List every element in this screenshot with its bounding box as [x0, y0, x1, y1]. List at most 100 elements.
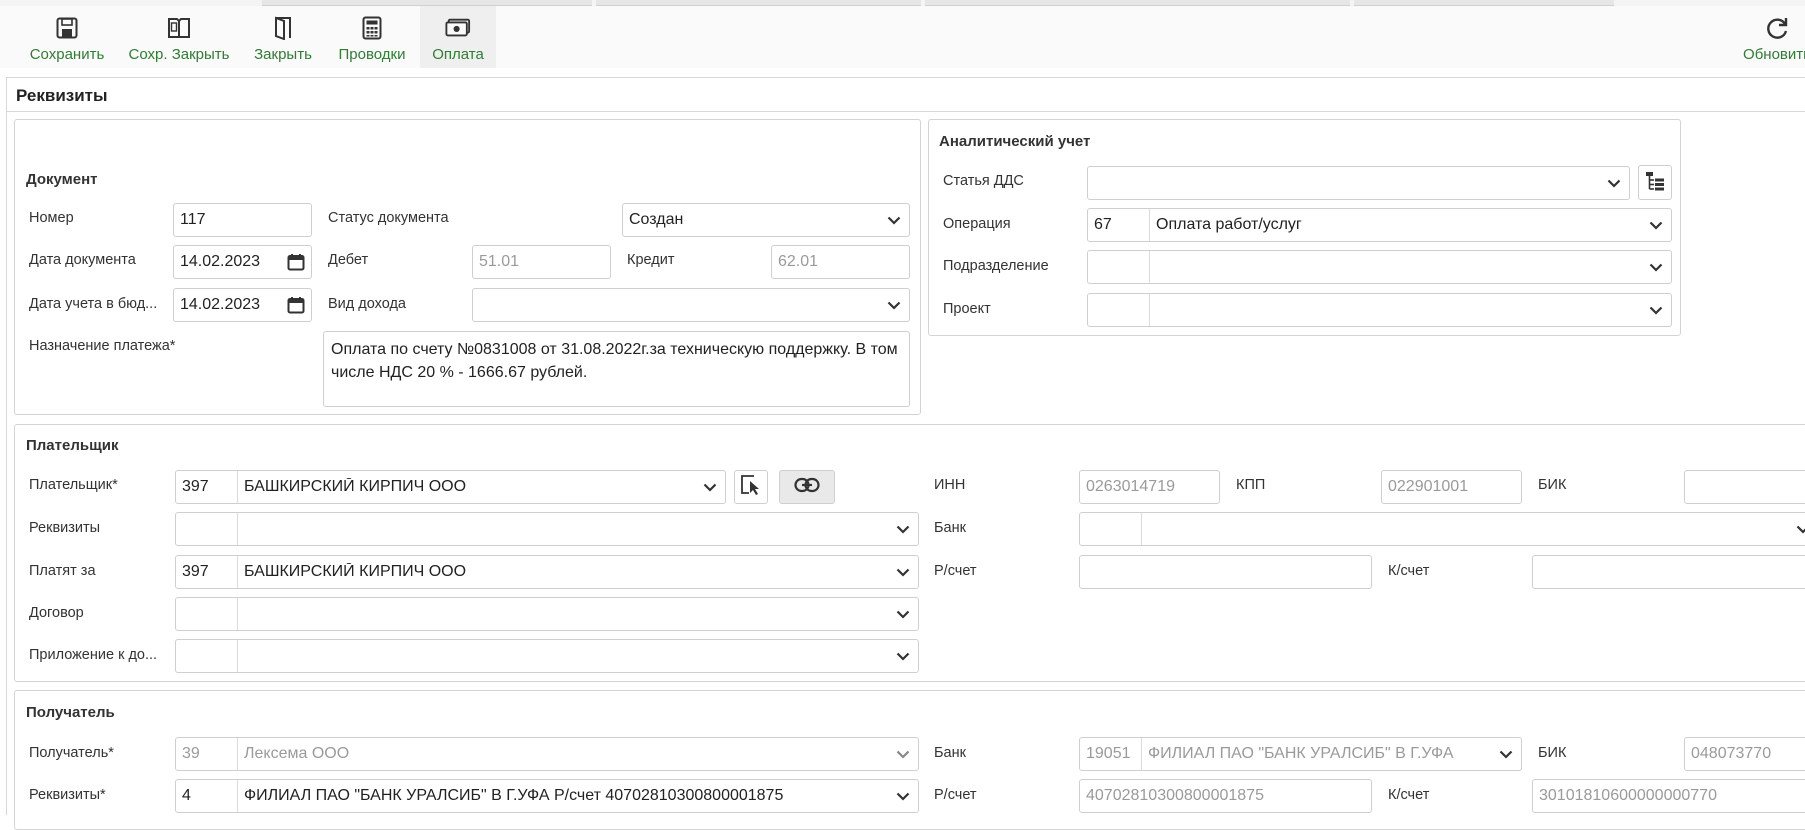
recipient-bik-label: БИК — [1538, 745, 1567, 761]
debit-label: Дебет — [328, 252, 369, 268]
chevron-down-icon — [1641, 209, 1671, 241]
chevron-down-icon — [695, 471, 725, 503]
analytics-group-title: Аналитический учет — [939, 133, 1091, 150]
chevron-down-icon — [888, 738, 918, 770]
credit-value: 62.01 — [778, 253, 819, 270]
appendix-code — [176, 640, 238, 672]
recipient-account-value: 40702810300800001875 — [1086, 787, 1264, 804]
operation-code: 67 — [1088, 209, 1150, 241]
pay-for-label: Платят за — [29, 563, 96, 579]
recipient-bik-field: 048073770 — [1684, 737, 1805, 771]
calendar-icon[interactable] — [281, 246, 311, 278]
payer-corr-label: К/счет — [1388, 563, 1430, 579]
payer-bank-code — [1080, 513, 1142, 545]
income-type-select[interactable] — [472, 288, 910, 322]
payer-select[interactable]: 397 БАШКИРСКИЙ КИРПИЧ ООО — [175, 470, 726, 504]
panel-title-divider — [6, 111, 1805, 112]
book-save-icon — [166, 14, 192, 42]
recipient-account-field: 40702810300800001875 — [1079, 779, 1372, 813]
appendix-select[interactable] — [175, 639, 919, 673]
status-value: Создан — [629, 211, 684, 228]
chevron-down-icon — [1641, 294, 1671, 326]
tree-select-button[interactable] — [1638, 165, 1672, 200]
dds-select[interactable] — [1087, 166, 1630, 200]
recipient-details-code: 4 — [176, 780, 238, 812]
recipient-name: Лексема ООО — [244, 745, 350, 762]
save-label: Сохранить — [29, 46, 105, 63]
calculator-icon — [359, 14, 385, 42]
recipient-corr-label: К/счет — [1388, 787, 1430, 803]
recipient-corr-value: 30101810600000000770 — [1539, 787, 1717, 804]
select-cursor-icon — [740, 474, 762, 500]
chevron-down-icon — [888, 640, 918, 672]
payer-details-select[interactable] — [175, 512, 919, 546]
payer-code: 397 — [176, 471, 238, 503]
contract-select[interactable] — [175, 597, 919, 631]
status-label: Статус документа — [328, 210, 449, 226]
pick-payer-button[interactable] — [734, 470, 768, 504]
project-select[interactable] — [1087, 293, 1672, 327]
payer-bik-field[interactable] — [1684, 470, 1805, 504]
payment-label: Оплата — [432, 46, 484, 63]
chevron-down-icon — [888, 598, 918, 630]
budget-date-label: Дата учета в бюд... — [29, 296, 158, 312]
link-button[interactable] — [779, 470, 835, 504]
payer-bik-label: БИК — [1538, 477, 1567, 493]
refresh-label: Обновить — [1743, 46, 1805, 63]
calendar-icon[interactable] — [281, 289, 311, 321]
contract-code — [176, 598, 238, 630]
refresh-button[interactable]: Обновить — [1742, 6, 1805, 68]
number-label: Номер — [29, 210, 74, 226]
recipient-corr-field: 30101810600000000770 — [1532, 779, 1805, 813]
payer-bank-select[interactable] — [1079, 512, 1805, 546]
payment-button[interactable]: Оплата — [420, 6, 496, 68]
debit-value: 51.01 — [479, 253, 520, 270]
recipient-select: 39 Лексема ООО — [175, 737, 919, 771]
dds-label: Статья ДДС — [943, 173, 1024, 189]
recipient-bank-label: Банк — [934, 745, 966, 761]
payer-account-field[interactable] — [1079, 555, 1372, 589]
panel-title: Реквизиты — [16, 86, 108, 105]
income-type-label: Вид дохода — [328, 296, 406, 312]
recipient-details-label: Реквизиты* — [29, 787, 106, 803]
refresh-icon — [1764, 14, 1790, 42]
appendix-label: Приложение к до... — [29, 647, 158, 663]
save-close-button[interactable]: Сохр. Закрыть — [124, 6, 234, 68]
payer-corr-field[interactable] — [1532, 555, 1805, 589]
kpp-value: 022901001 — [1388, 478, 1469, 495]
toolbar: Сохранить Сохр. Закрыть Закрыть Проводки… — [0, 6, 1805, 68]
date-field[interactable]: 14.02.2023 — [173, 245, 312, 279]
recipient-details-select[interactable]: 4 ФИЛИАЛ ПАО "БАНК УРАЛСИБ" В Г.УФА Р/сч… — [175, 779, 919, 813]
postings-button[interactable]: Проводки — [332, 6, 412, 68]
operation-select[interactable]: 67 Оплата работ/услуг — [1087, 208, 1672, 242]
chevron-down-icon — [888, 556, 918, 588]
budget-date-field[interactable]: 14.02.2023 — [173, 288, 312, 322]
payer-bank-label: Банк — [934, 520, 966, 536]
department-select[interactable] — [1087, 250, 1672, 284]
inn-field: 0263014719 — [1079, 470, 1220, 504]
payer-details-code — [176, 513, 238, 545]
project-code — [1088, 294, 1150, 326]
purpose-textarea[interactable]: Оплата по счету №0831008 от 31.08.2022г.… — [323, 331, 910, 407]
save-button[interactable]: Сохранить — [22, 6, 112, 68]
payer-account-label: Р/счет — [934, 563, 977, 579]
purpose-label: Назначение платежа* — [29, 338, 176, 354]
number-value: 117 — [180, 211, 206, 228]
number-field[interactable]: 117 — [173, 203, 312, 237]
chevron-down-icon — [888, 780, 918, 812]
close-label: Закрыть — [254, 46, 312, 63]
payer-name: БАШКИРСКИЙ КИРПИЧ ООО — [244, 478, 467, 495]
inn-value: 0263014719 — [1086, 478, 1175, 495]
pay-for-select[interactable]: 397 БАШКИРСКИЙ КИРПИЧ ООО — [175, 555, 919, 589]
kpp-field: 022901001 — [1381, 470, 1522, 504]
status-select[interactable]: Создан — [622, 203, 910, 237]
chevron-down-icon — [1788, 513, 1805, 545]
chevron-down-icon — [1491, 738, 1521, 770]
tree-list-icon — [1645, 171, 1665, 195]
operation-value: Оплата работ/услуг — [1156, 216, 1302, 233]
recipient-account-label: Р/счет — [934, 787, 977, 803]
close-button[interactable]: Закрыть — [248, 6, 318, 68]
recipient-bank-value: ФИЛИАЛ ПАО "БАНК УРАЛСИБ" В Г.УФА — [1148, 745, 1454, 762]
recipient-bik-value: 048073770 — [1691, 745, 1772, 762]
link-icon — [794, 477, 820, 497]
